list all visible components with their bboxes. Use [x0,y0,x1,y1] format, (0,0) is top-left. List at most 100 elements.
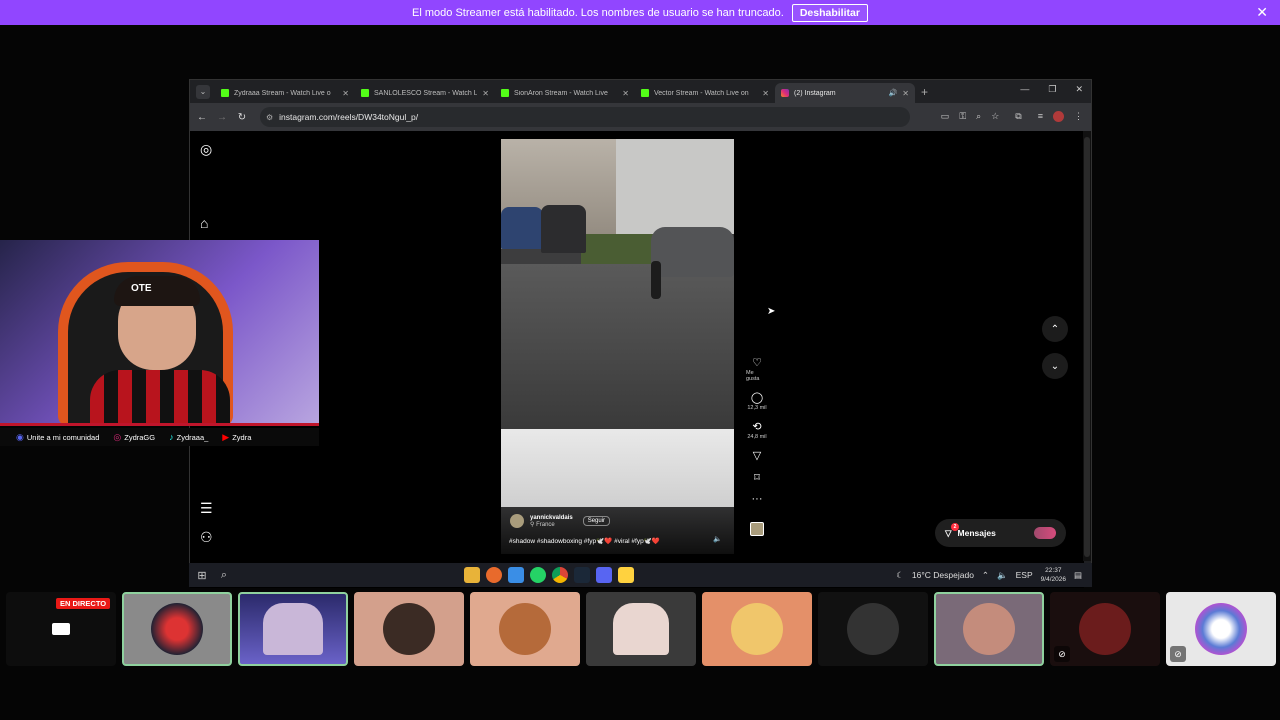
share-action[interactable]: ▽ [753,449,761,462]
tab-title: Zydraaa Stream - Watch Live o [234,89,331,97]
repost-action[interactable]: ⟲ 24,8 mil [747,420,766,440]
social-youtube: ▶ Zydra [222,432,251,443]
tab-instagram[interactable]: (2) Instagram 🔊 ✕ [775,83,915,103]
more-action[interactable]: ··· [752,493,763,505]
cast-icon[interactable]: ▭ [941,111,950,122]
previous-reel-button[interactable]: ⌃ [1042,316,1068,342]
follow-button[interactable]: Seguir [582,516,611,526]
clock[interactable]: 22:37 9/4/2026 [1041,566,1066,584]
heart-icon[interactable]: ♡ [752,356,762,369]
audio-thumbnail[interactable] [750,522,764,536]
participant-tile[interactable] [934,592,1044,666]
participant-tile[interactable] [818,592,928,666]
participant-tile[interactable] [354,592,464,666]
windows-start-icon[interactable]: ⊞ [191,569,213,582]
close-window-icon[interactable]: ✕ [1075,84,1083,95]
store-icon[interactable] [508,567,524,583]
discord-icon[interactable] [596,567,612,583]
next-reel-button[interactable]: ⌄ [1042,353,1068,379]
file-explorer-icon[interactable] [464,567,480,583]
participant-tile[interactable]: ⊘ [1166,592,1276,666]
author-username[interactable]: yannickvaldais [530,515,573,521]
location-pin-icon: ⚲ [530,521,535,528]
participant-tile[interactable] [586,592,696,666]
disable-streamer-mode-button[interactable]: Deshabilitar [791,3,868,22]
black-car [541,205,586,253]
save-action[interactable]: ⌑ [754,471,760,484]
search-icon[interactable]: ⌕ [213,569,235,582]
app-icon[interactable] [618,567,634,583]
menu-icon[interactable]: ☰ [200,500,213,517]
zoom-icon[interactable]: ⌕ [976,111,981,122]
password-key-icon[interactable]: ⚿ [959,111,966,122]
firefox-icon[interactable] [486,567,502,583]
close-tab-icon[interactable]: ✕ [902,89,909,98]
tab-vector[interactable]: Vector Stream - Watch Live on ✕ [635,83,775,103]
messages-button[interactable]: ▽ 2 Mensajes [935,519,1066,547]
scrollbar-thumb[interactable] [1084,137,1090,557]
reel-video[interactable]: yannickvaldais ⚲ France Seguir #shadow #… [501,139,734,554]
reload-icon[interactable]: ↻ [232,112,252,123]
forward-icon[interactable]: → [212,112,232,123]
back-icon[interactable]: ← [192,112,212,123]
bookmark-star-icon[interactable]: ☆ [991,111,999,122]
tab-zydraaa[interactable]: Zydraaa Stream - Watch Live o ✕ [215,83,355,103]
close-tab-icon[interactable]: ✕ [482,89,489,98]
participant-tile[interactable] [702,592,812,666]
meta-apps-icon[interactable]: ⚇ [200,529,213,546]
participant-tile[interactable] [470,592,580,666]
tab-title: SionAron Stream - Watch Live [514,89,608,97]
participant-tile[interactable]: EN DIRECTO [6,592,116,666]
weather-text[interactable]: 16°C Despejado [912,570,974,580]
whatsapp-icon[interactable] [530,567,546,583]
author-avatar[interactable] [510,514,524,528]
volume-icon[interactable]: 🔈 [713,535,722,543]
tray-chevron-icon[interactable]: ⌃ [982,570,989,581]
repost-count: 24,8 mil [747,434,767,440]
comment-action[interactable]: ◯ 12,3 mil [747,391,766,411]
extensions-icon[interactable]: ⧉ [1015,111,1021,122]
comment-icon[interactable]: ◯ [751,391,763,404]
participant-tile[interactable]: ⊘ [1050,592,1160,666]
close-tab-icon[interactable]: ✕ [762,89,769,98]
bookmark-icon[interactable]: ⌑ [754,471,760,484]
minimize-icon[interactable]: — [1020,84,1029,95]
clock-date: 9/4/2026 [1040,576,1066,583]
share-icon[interactable]: ▽ [753,449,761,462]
instagram-logo-icon[interactable]: ◎ [200,141,212,158]
profile-avatar[interactable] [1053,111,1064,122]
tab-sanlolesco[interactable]: SANLOLESCO Stream - Watch L ✕ [355,83,495,103]
close-tab-icon[interactable]: ✕ [342,89,349,98]
maximize-icon[interactable]: ❐ [1048,84,1056,95]
kick-icon [641,89,649,97]
language-indicator[interactable]: ESP [1016,570,1033,580]
participant-tile[interactable] [238,592,348,666]
tab-sionaron[interactable]: SionAron Stream - Watch Live ✕ [495,83,635,103]
media-icon[interactable]: ≡ [1038,111,1043,122]
participant-tile[interactable] [122,592,232,666]
like-action[interactable]: ♡ Me gusta [746,356,768,382]
close-tab-icon[interactable]: ✕ [622,89,629,98]
moon-weather-icon: ☾ [896,569,904,580]
speaker-icon[interactable]: 🔊 [889,89,898,97]
notifications-icon[interactable]: ▤ [1074,570,1082,581]
close-banner-icon[interactable]: ✕ [1256,4,1268,21]
volume-tray-icon[interactable]: 🔈 [997,570,1008,581]
page-scrollbar[interactable] [1083,131,1091,561]
tab-search-icon[interactable]: ⌄ [196,84,210,99]
more-menu-icon[interactable]: ⋮ [1074,111,1083,122]
avatar [1079,603,1131,655]
site-info-icon[interactable]: ⚙ [266,113,273,122]
webcam-border [0,423,319,426]
taskbar-apps [464,567,634,583]
new-tab-icon[interactable]: + [921,85,928,99]
reel-actions: ♡ Me gusta ◯ 12,3 mil ⟲ 24,8 mil ▽ ⌑ ··· [746,356,768,536]
home-icon[interactable]: ⌂ [200,215,208,231]
steam-icon[interactable] [574,567,590,583]
url-field[interactable]: ⚙ instagram.com/reels/DW34toNgul_p/ [260,107,910,127]
discord-icon: ◉ [16,431,24,442]
repost-icon[interactable]: ⟲ [752,420,761,433]
more-options-icon[interactable]: ··· [752,493,763,505]
tab-title: (2) Instagram [794,89,836,97]
chrome-icon[interactable] [552,567,568,583]
